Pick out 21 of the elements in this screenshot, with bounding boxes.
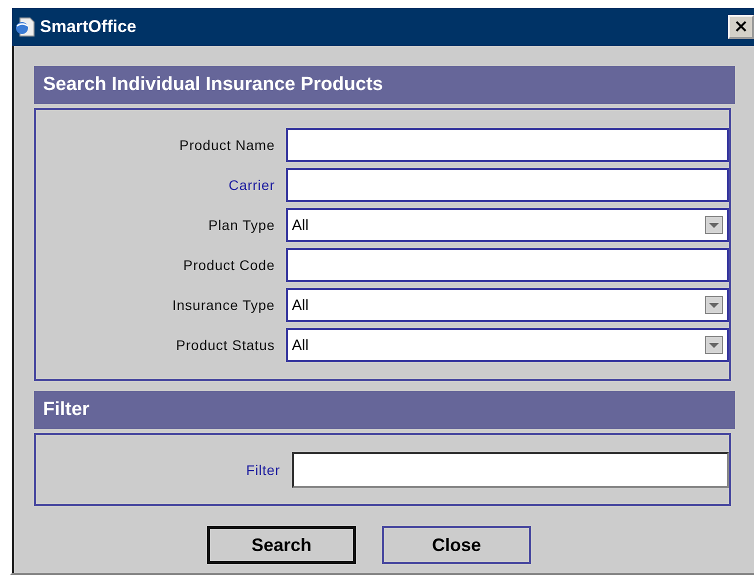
input-field[interactable] — [286, 168, 729, 202]
window-title: SmartOffice — [40, 17, 136, 37]
field-label: Product Name — [178, 137, 276, 153]
dialog-button[interactable]: Search — [207, 526, 356, 564]
input-field[interactable] — [286, 128, 729, 162]
field-label: Product Code — [182, 257, 276, 273]
dropdown-field[interactable]: All — [286, 208, 729, 242]
close-button[interactable]: × — [728, 15, 754, 39]
document-globe-icon — [14, 16, 36, 38]
section-header: Search Individual Insurance Products — [34, 66, 735, 104]
section-header: Filter — [34, 391, 735, 429]
input-field[interactable] — [292, 452, 729, 488]
field-link[interactable]: Carrier — [36, 177, 286, 193]
field-label: Insurance Type — [171, 297, 276, 313]
dialog-button[interactable]: Close — [382, 526, 531, 564]
field-label: Plan Type — [207, 217, 276, 233]
field-label: Product Status — [175, 337, 276, 353]
field-link[interactable]: Filter — [36, 462, 292, 478]
dropdown-field[interactable]: All — [286, 288, 729, 322]
dropdown-field[interactable]: All — [286, 328, 729, 362]
input-field[interactable] — [286, 248, 729, 282]
